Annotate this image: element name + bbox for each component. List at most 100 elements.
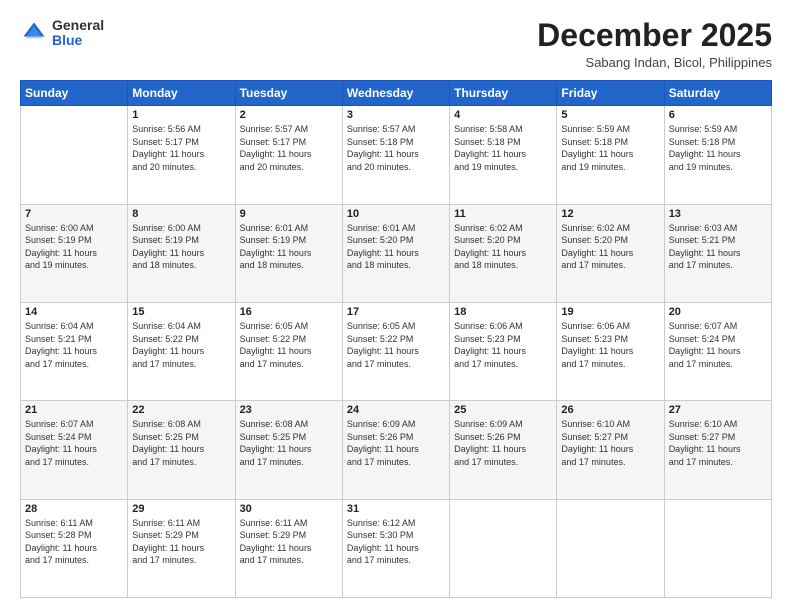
calendar-header-row: SundayMondayTuesdayWednesdayThursdayFrid… (21, 81, 772, 106)
calendar-cell: 8Sunrise: 6:00 AM Sunset: 5:19 PM Daylig… (128, 204, 235, 302)
calendar-cell: 30Sunrise: 6:11 AM Sunset: 5:29 PM Dayli… (235, 499, 342, 597)
day-info: Sunrise: 6:03 AM Sunset: 5:21 PM Dayligh… (669, 222, 767, 272)
calendar-cell: 7Sunrise: 6:00 AM Sunset: 5:19 PM Daylig… (21, 204, 128, 302)
calendar-cell: 23Sunrise: 6:08 AM Sunset: 5:25 PM Dayli… (235, 401, 342, 499)
calendar-cell: 31 Sunrise: 6:12 AM Sunset: 5:30 PM Dayli… (342, 499, 449, 597)
day-info: Sunrise: 6:11 AM Sunset: 5:28 PM Dayligh… (25, 517, 123, 567)
page: General Blue December 2025 Sabang Indan,… (0, 0, 792, 612)
calendar-week-5: 28 Sunrise: 6:11 AM Sunset: 5:28 PM Dayli… (21, 499, 772, 597)
calendar-week-1: 1 Sunrise: 5:56 AM Sunset: 5:17 PM Daylig… (21, 106, 772, 204)
calendar-cell: 18 Sunrise: 6:06 AM Sunset: 5:23 PM Dayli… (450, 302, 557, 400)
day-number: 9 (240, 208, 338, 220)
calendar-cell: 2Sunrise: 5:57 AM Sunset: 5:17 PM Daylig… (235, 106, 342, 204)
day-info: Sunrise: 6:04 AM Sunset: 5:21 PM Dayligh… (25, 320, 123, 370)
day-info: Sunrise: 6:07 AM Sunset: 5:24 PM Dayligh… (669, 320, 767, 370)
day-info: Sunrise: 6:01 AM Sunset: 5:20 PM Dayligh… (347, 222, 445, 272)
day-info: Sunrise: 5:59 AM Sunset: 5:18 PM Dayligh… (561, 123, 659, 173)
day-number: 18 (454, 306, 552, 318)
day-number: 24 (347, 404, 445, 416)
day-number: 20 (669, 306, 767, 318)
day-info: Sunrise: 5:58 AM Sunset: 5:18 PM Dayligh… (454, 123, 552, 173)
day-number: 27 (669, 404, 767, 416)
day-info: Sunrise: 5:57 AM Sunset: 5:17 PM Dayligh… (240, 123, 338, 173)
day-number: 13 (669, 208, 767, 220)
calendar-cell (664, 499, 771, 597)
calendar-week-4: 21 Sunrise: 6:07 AM Sunset: 5:24 PM Dayli… (21, 401, 772, 499)
column-header-monday: Monday (128, 81, 235, 106)
day-number: 4 (454, 109, 552, 121)
day-number: 15 (132, 306, 230, 318)
calendar-cell: 14Sunrise: 6:04 AM Sunset: 5:21 PM Dayli… (21, 302, 128, 400)
day-number: 16 (240, 306, 338, 318)
calendar-cell: 27Sunrise: 6:10 AM Sunset: 5:27 PM Dayli… (664, 401, 771, 499)
calendar-cell: 22Sunrise: 6:08 AM Sunset: 5:25 PM Dayli… (128, 401, 235, 499)
day-info: Sunrise: 6:09 AM Sunset: 5:26 PM Dayligh… (347, 418, 445, 468)
day-number: 6 (669, 109, 767, 121)
calendar-cell: 3 Sunrise: 5:57 AM Sunset: 5:18 PM Daylig… (342, 106, 449, 204)
day-number: 30 (240, 503, 338, 515)
day-number: 31 (347, 503, 445, 515)
calendar-cell: 20 Sunrise: 6:07 AM Sunset: 5:24 PM Dayli… (664, 302, 771, 400)
day-info: Sunrise: 6:02 AM Sunset: 5:20 PM Dayligh… (454, 222, 552, 272)
day-number: 28 (25, 503, 123, 515)
day-info: Sunrise: 5:57 AM Sunset: 5:18 PM Dayligh… (347, 123, 445, 173)
calendar-cell: 19 Sunrise: 6:06 AM Sunset: 5:23 PM Dayli… (557, 302, 664, 400)
logo-icon (20, 19, 48, 47)
title-block: December 2025 Sabang Indan, Bicol, Phili… (537, 18, 772, 70)
location: Sabang Indan, Bicol, Philippines (537, 55, 772, 70)
calendar-cell: 21 Sunrise: 6:07 AM Sunset: 5:24 PM Dayli… (21, 401, 128, 499)
calendar-cell: 1 Sunrise: 5:56 AM Sunset: 5:17 PM Daylig… (128, 106, 235, 204)
calendar-cell: 24 Sunrise: 6:09 AM Sunset: 5:26 PM Dayli… (342, 401, 449, 499)
day-info: Sunrise: 5:56 AM Sunset: 5:17 PM Dayligh… (132, 123, 230, 173)
day-info: Sunrise: 6:08 AM Sunset: 5:25 PM Dayligh… (132, 418, 230, 468)
day-number: 11 (454, 208, 552, 220)
column-header-sunday: Sunday (21, 81, 128, 106)
calendar-cell: 12 Sunrise: 6:02 AM Sunset: 5:20 PM Dayli… (557, 204, 664, 302)
calendar-cell: 10 Sunrise: 6:01 AM Sunset: 5:20 PM Dayli… (342, 204, 449, 302)
day-number: 21 (25, 404, 123, 416)
day-info: Sunrise: 6:05 AM Sunset: 5:22 PM Dayligh… (240, 320, 338, 370)
day-number: 3 (347, 109, 445, 121)
day-number: 7 (25, 208, 123, 220)
logo-text: General Blue (52, 18, 104, 49)
day-number: 26 (561, 404, 659, 416)
logo-general-text: General (52, 18, 104, 33)
calendar-cell: 6 Sunrise: 5:59 AM Sunset: 5:18 PM Daylig… (664, 106, 771, 204)
logo-blue-text: Blue (52, 33, 104, 48)
day-info: Sunrise: 6:01 AM Sunset: 5:19 PM Dayligh… (240, 222, 338, 272)
day-info: Sunrise: 6:05 AM Sunset: 5:22 PM Dayligh… (347, 320, 445, 370)
calendar-cell: 16 Sunrise: 6:05 AM Sunset: 5:22 PM Dayli… (235, 302, 342, 400)
calendar-cell: 11 Sunrise: 6:02 AM Sunset: 5:20 PM Dayli… (450, 204, 557, 302)
day-info: Sunrise: 6:02 AM Sunset: 5:20 PM Dayligh… (561, 222, 659, 272)
day-info: Sunrise: 5:59 AM Sunset: 5:18 PM Dayligh… (669, 123, 767, 173)
month-title: December 2025 (537, 18, 772, 53)
calendar-week-3: 14Sunrise: 6:04 AM Sunset: 5:21 PM Dayli… (21, 302, 772, 400)
calendar-cell: 4 Sunrise: 5:58 AM Sunset: 5:18 PM Daylig… (450, 106, 557, 204)
column-header-wednesday: Wednesday (342, 81, 449, 106)
column-header-friday: Friday (557, 81, 664, 106)
day-number: 29 (132, 503, 230, 515)
day-info: Sunrise: 6:00 AM Sunset: 5:19 PM Dayligh… (132, 222, 230, 272)
day-number: 10 (347, 208, 445, 220)
day-info: Sunrise: 6:06 AM Sunset: 5:23 PM Dayligh… (561, 320, 659, 370)
column-header-tuesday: Tuesday (235, 81, 342, 106)
calendar-cell: 28 Sunrise: 6:11 AM Sunset: 5:28 PM Dayli… (21, 499, 128, 597)
calendar-cell: 9 Sunrise: 6:01 AM Sunset: 5:19 PM Daylig… (235, 204, 342, 302)
calendar-cell (557, 499, 664, 597)
calendar-cell: 26Sunrise: 6:10 AM Sunset: 5:27 PM Dayli… (557, 401, 664, 499)
column-header-saturday: Saturday (664, 81, 771, 106)
day-number: 5 (561, 109, 659, 121)
day-info: Sunrise: 6:07 AM Sunset: 5:24 PM Dayligh… (25, 418, 123, 468)
calendar-cell: 13 Sunrise: 6:03 AM Sunset: 5:21 PM Dayli… (664, 204, 771, 302)
day-info: Sunrise: 6:09 AM Sunset: 5:26 PM Dayligh… (454, 418, 552, 468)
day-number: 19 (561, 306, 659, 318)
day-info: Sunrise: 6:12 AM Sunset: 5:30 PM Dayligh… (347, 517, 445, 567)
day-number: 12 (561, 208, 659, 220)
calendar-cell (450, 499, 557, 597)
header: General Blue December 2025 Sabang Indan,… (20, 18, 772, 70)
day-number: 1 (132, 109, 230, 121)
day-info: Sunrise: 6:06 AM Sunset: 5:23 PM Dayligh… (454, 320, 552, 370)
day-info: Sunrise: 6:04 AM Sunset: 5:22 PM Dayligh… (132, 320, 230, 370)
logo: General Blue (20, 18, 104, 49)
day-number: 25 (454, 404, 552, 416)
